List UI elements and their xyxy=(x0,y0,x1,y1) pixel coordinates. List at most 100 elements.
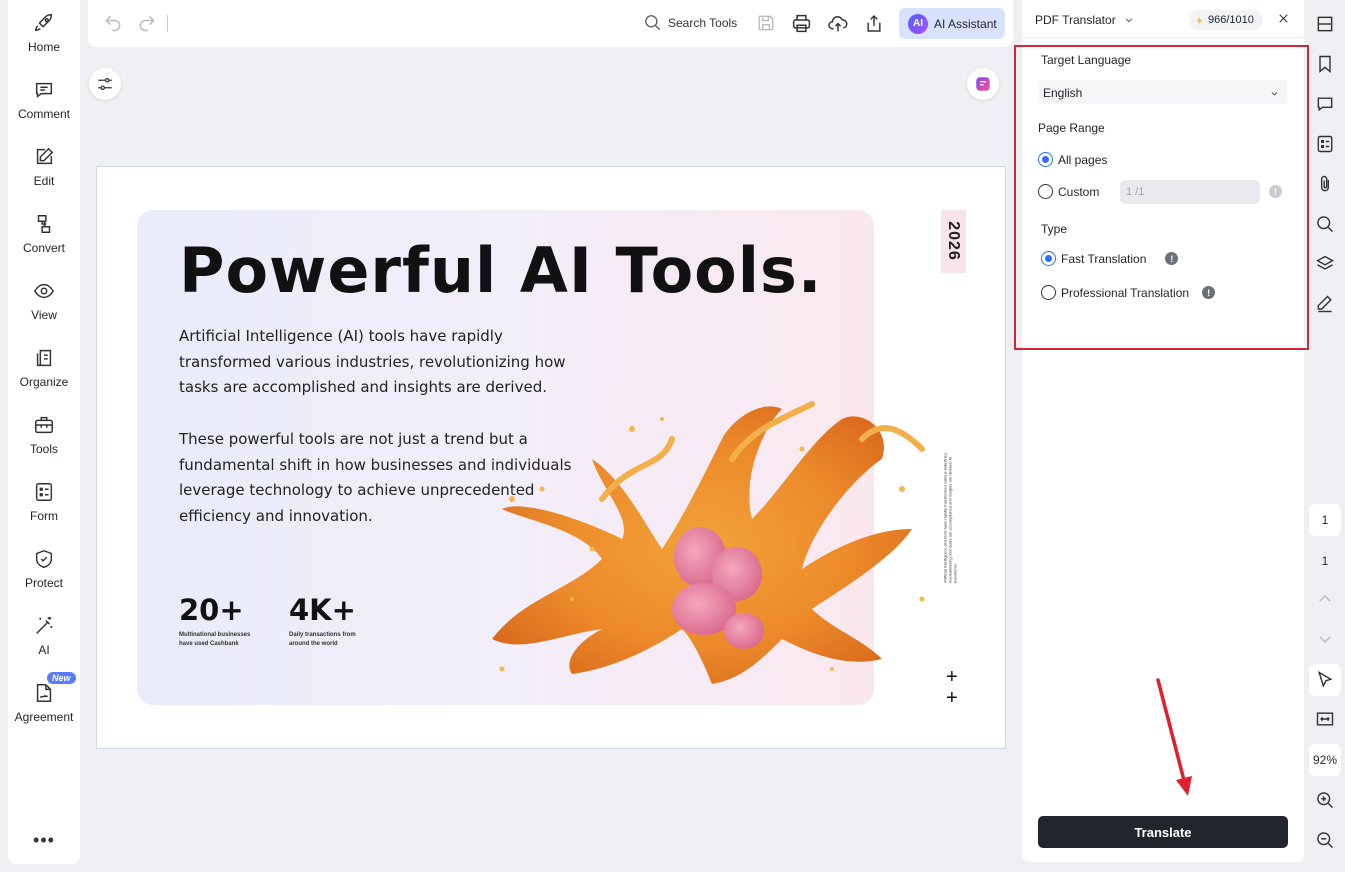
sliders-icon xyxy=(98,77,112,91)
credits-badge[interactable]: 966/1010 xyxy=(1189,10,1263,30)
app-logo-icon xyxy=(976,77,990,91)
search-tools-label: Search Tools xyxy=(668,15,738,30)
nav-label: Agreement xyxy=(14,710,74,724)
nav-edit[interactable]: Edit xyxy=(8,146,80,188)
magic-wand-icon xyxy=(36,616,53,634)
nav-form[interactable]: Form xyxy=(8,481,80,523)
custom-range-input[interactable]: 1 /1 xyxy=(1120,180,1260,204)
nav-agreement[interactable]: New Agreement xyxy=(8,672,80,724)
zoom-out-icon[interactable] xyxy=(1313,828,1337,852)
ai-logo-icon: AI xyxy=(908,13,928,34)
fit-width-icon[interactable] xyxy=(1313,707,1337,731)
total-pages: 1 xyxy=(1321,554,1329,568)
nav-view[interactable]: View xyxy=(8,280,80,322)
zoom-in-icon[interactable] xyxy=(1313,788,1337,812)
close-icon[interactable] xyxy=(1277,12,1290,30)
nav-label: Protect xyxy=(24,576,63,590)
share-icon[interactable] xyxy=(864,13,884,39)
nav-organize[interactable]: Organize xyxy=(8,347,80,389)
toolbox-icon xyxy=(35,416,53,434)
lightning-icon xyxy=(1196,16,1203,24)
layers-icon[interactable] xyxy=(1313,252,1337,276)
save-icon[interactable] xyxy=(756,13,776,38)
bookmark-icon[interactable] xyxy=(1313,52,1337,76)
nav-convert[interactable]: Convert xyxy=(8,213,80,255)
edit-icon xyxy=(36,147,54,165)
undo-icon[interactable] xyxy=(103,13,123,38)
more-menu-button[interactable]: ••• xyxy=(8,830,80,851)
custom-range-radio[interactable]: Custom xyxy=(1038,184,1099,199)
nav-tools[interactable]: Tools xyxy=(8,414,80,456)
info-icon[interactable]: ! xyxy=(1165,252,1179,265)
coral-illustration xyxy=(492,401,925,684)
panel-header: PDF Translator 966/1010 xyxy=(1022,0,1304,38)
nav-label: Tools xyxy=(29,442,58,456)
signature-icon[interactable] xyxy=(1313,292,1337,316)
ai-assistant-button[interactable]: AI AI Assistant xyxy=(899,8,1005,39)
top-toolbar: Search Tools AI AI Assistant xyxy=(88,0,1013,47)
panel-title: PDF Translator xyxy=(1035,13,1116,27)
app-corner-button[interactable] xyxy=(967,68,999,100)
nav-protect[interactable]: Protect xyxy=(8,548,80,590)
stat-value: 4K+ xyxy=(289,593,356,627)
page-range-label: Page Range xyxy=(1038,121,1105,135)
document-page: Powerful AI Tools. Artificial Intelligen… xyxy=(96,166,1006,749)
target-language-value: English xyxy=(1043,86,1083,100)
nav-comment[interactable]: Comment xyxy=(8,79,80,121)
radio-unselected[interactable] xyxy=(1038,184,1053,199)
print-icon[interactable] xyxy=(791,13,812,39)
target-language-label: Target Language xyxy=(1041,53,1132,67)
plus-mark: + xyxy=(946,687,958,709)
search-tools-button[interactable]: Search Tools xyxy=(643,13,737,32)
type-label: Type xyxy=(1041,222,1068,236)
chevron-down-icon xyxy=(1271,92,1278,96)
form-icon xyxy=(35,483,53,501)
zoom-level[interactable]: 92% xyxy=(1309,744,1341,776)
radio-selected[interactable] xyxy=(1041,251,1056,266)
search-panel-icon[interactable] xyxy=(1313,212,1337,236)
radio-selected[interactable] xyxy=(1038,152,1053,167)
chevron-down-icon[interactable] xyxy=(1313,627,1337,651)
all-pages-label: All pages xyxy=(1058,152,1108,167)
organize-icon xyxy=(36,349,52,367)
panel-title-dropdown[interactable]: PDF Translator xyxy=(1035,13,1134,27)
info-icon[interactable]: ! xyxy=(1202,286,1216,299)
radio-unselected[interactable] xyxy=(1041,285,1056,300)
year-tag: 2026 xyxy=(941,210,966,273)
translate-button[interactable]: Translate xyxy=(1038,816,1288,848)
nav-label: Edit xyxy=(33,174,55,188)
professional-translation-radio[interactable]: Professional Translation ! xyxy=(1041,285,1216,300)
attachment-icon[interactable] xyxy=(1313,172,1337,196)
info-icon[interactable]: ! xyxy=(1269,185,1282,198)
rocket-icon xyxy=(34,14,53,32)
nav-label: Home xyxy=(27,40,60,54)
cloud-upload-icon[interactable] xyxy=(827,13,849,39)
stat-businesses: 20+ Multinational businesses have used C… xyxy=(179,593,259,649)
all-pages-radio[interactable]: All pages xyxy=(1038,152,1107,167)
nav-home[interactable]: Home xyxy=(8,12,80,54)
nav-label: Convert xyxy=(22,241,66,255)
nav-ai[interactable]: AI xyxy=(8,615,80,657)
redo-icon[interactable] xyxy=(137,13,157,38)
stat-value: 20+ xyxy=(179,593,244,627)
chevron-up-icon[interactable] xyxy=(1313,587,1337,611)
toolbar-divider xyxy=(167,15,168,32)
current-page-input[interactable]: 1 xyxy=(1309,504,1341,536)
form-fields-icon[interactable] xyxy=(1313,132,1337,156)
fast-translation-radio[interactable]: Fast Translation ! xyxy=(1041,251,1179,266)
annotation-arrow xyxy=(1156,678,1192,796)
comment-panel-icon[interactable] xyxy=(1313,92,1337,116)
select-cursor-button[interactable] xyxy=(1309,664,1341,696)
agreement-icon xyxy=(36,684,52,702)
credits-count: 966/1010 xyxy=(1208,14,1254,26)
document-paragraph-1: Artificial Intelligence (AI) tools have … xyxy=(179,327,566,397)
comment-icon xyxy=(35,82,53,98)
layout-icon[interactable] xyxy=(1313,12,1337,36)
cursor-icon xyxy=(1317,670,1333,688)
filter-settings-button[interactable] xyxy=(89,68,121,100)
stat-caption: Multinational businesses have used Cashb… xyxy=(179,632,251,647)
target-language-select[interactable]: English xyxy=(1039,80,1287,104)
nav-label: AI xyxy=(38,643,50,657)
left-nav: Home Comment Edit Convert View Organize … xyxy=(8,0,80,864)
plus-mark: + xyxy=(946,666,958,688)
